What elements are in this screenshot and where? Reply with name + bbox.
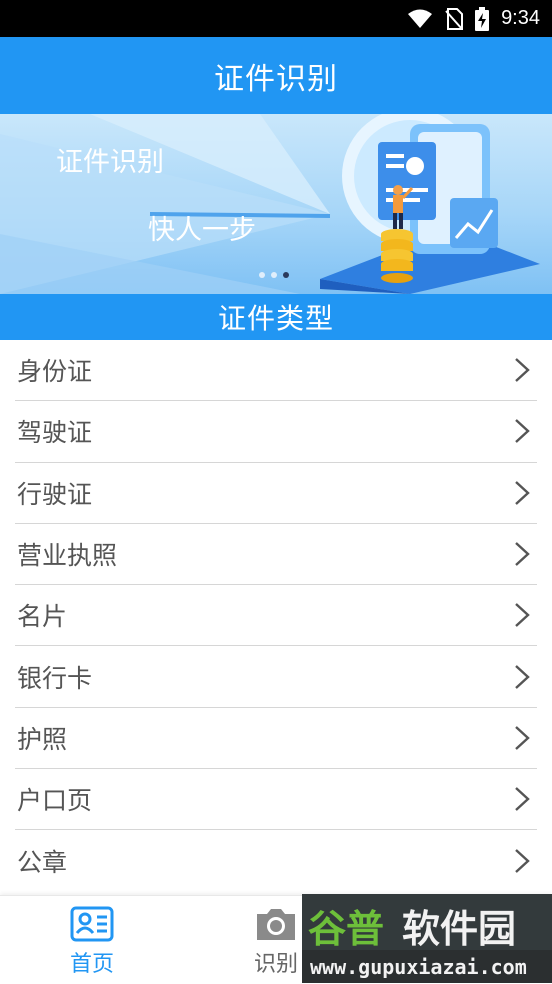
no-sim-icon (445, 7, 464, 30)
status-time: 9:34 (501, 7, 540, 29)
list-item-label: 驾驶证 (17, 418, 93, 448)
banner-carousel[interactable]: 证件识别 快人一步 (0, 114, 552, 294)
section-title: 证件类型 (217, 302, 334, 335)
chevron-right-icon (515, 603, 530, 628)
list-item-label: 公章 (17, 848, 68, 878)
list-item-passport[interactable]: 护照 (15, 708, 537, 770)
carousel-dot[interactable] (271, 272, 277, 278)
list-item-business-card[interactable]: 名片 (15, 585, 537, 647)
section-header: 证件类型 (0, 294, 552, 340)
chevron-right-icon (515, 849, 530, 873)
status-icons: 9:34 (407, 0, 540, 37)
svg-text:软件园: 软件园 (402, 907, 516, 951)
nav-tab-label: 首页 (69, 952, 114, 977)
svg-text:www.gupuxiazai.com: www.gupuxiazai.com (310, 955, 527, 979)
carousel-dot[interactable] (259, 272, 265, 278)
app-header: 证件识别 (0, 37, 552, 114)
id-card-icon (70, 906, 114, 942)
wifi-icon (408, 9, 433, 28)
chevron-right-icon (515, 480, 530, 505)
chevron-right-icon (515, 419, 530, 444)
list-item-business-license[interactable]: 营业执照 (15, 524, 537, 586)
list-item-household-register[interactable]: 户口页 (15, 769, 537, 831)
svg-text:谷普: 谷普 (308, 907, 384, 951)
nav-tab-home[interactable]: 首页 (32, 896, 152, 984)
list-item-vehicle-license[interactable]: 行驶证 (15, 463, 537, 524)
list-item-label: 护照 (17, 724, 68, 754)
chevron-right-icon (515, 787, 530, 812)
chevron-right-icon (515, 542, 530, 566)
list-item-label: 行驶证 (17, 479, 93, 509)
chevron-right-icon (515, 358, 530, 383)
chevron-right-icon (515, 664, 530, 689)
nav-tab-label: 识别 (253, 952, 298, 977)
banner-headline: 证件识别 (56, 147, 164, 178)
banner-slogan: 快人一步 (148, 215, 256, 246)
page-title: 证件识别 (214, 61, 338, 97)
list-item-driver-license[interactable]: 驾驶证 (15, 401, 537, 463)
list-item-bank-card[interactable]: 银行卡 (15, 646, 537, 708)
list-item-label: 户口页 (17, 786, 93, 816)
list-item-label: 身份证 (17, 357, 93, 387)
carousel-dot-active[interactable] (283, 272, 289, 278)
status-bar: 9:34 (0, 0, 552, 37)
battery-charging-icon (475, 6, 490, 31)
watermark-logo-graphic: 谷普 软件园 www.gupuxiazai.com (308, 907, 527, 979)
list-item-label: 银行卡 (17, 663, 93, 693)
site-watermark: 谷普 软件园 www.gupuxiazai.com (302, 894, 552, 983)
carousel-indicator (259, 272, 289, 278)
camera-icon (257, 909, 295, 940)
list-item-label: 营业执照 (17, 541, 118, 571)
document-type-list: 身份证 驾驶证 行驶证 营业执照 名片 银行卡 护照 户口页 公章 (0, 340, 552, 892)
id-card-illustration (320, 114, 540, 294)
list-item-id-card[interactable]: 身份证 (15, 340, 537, 402)
chevron-right-icon (515, 726, 530, 750)
list-item-official-seal[interactable]: 公章 (15, 830, 537, 891)
list-item-label: 名片 (17, 602, 68, 632)
